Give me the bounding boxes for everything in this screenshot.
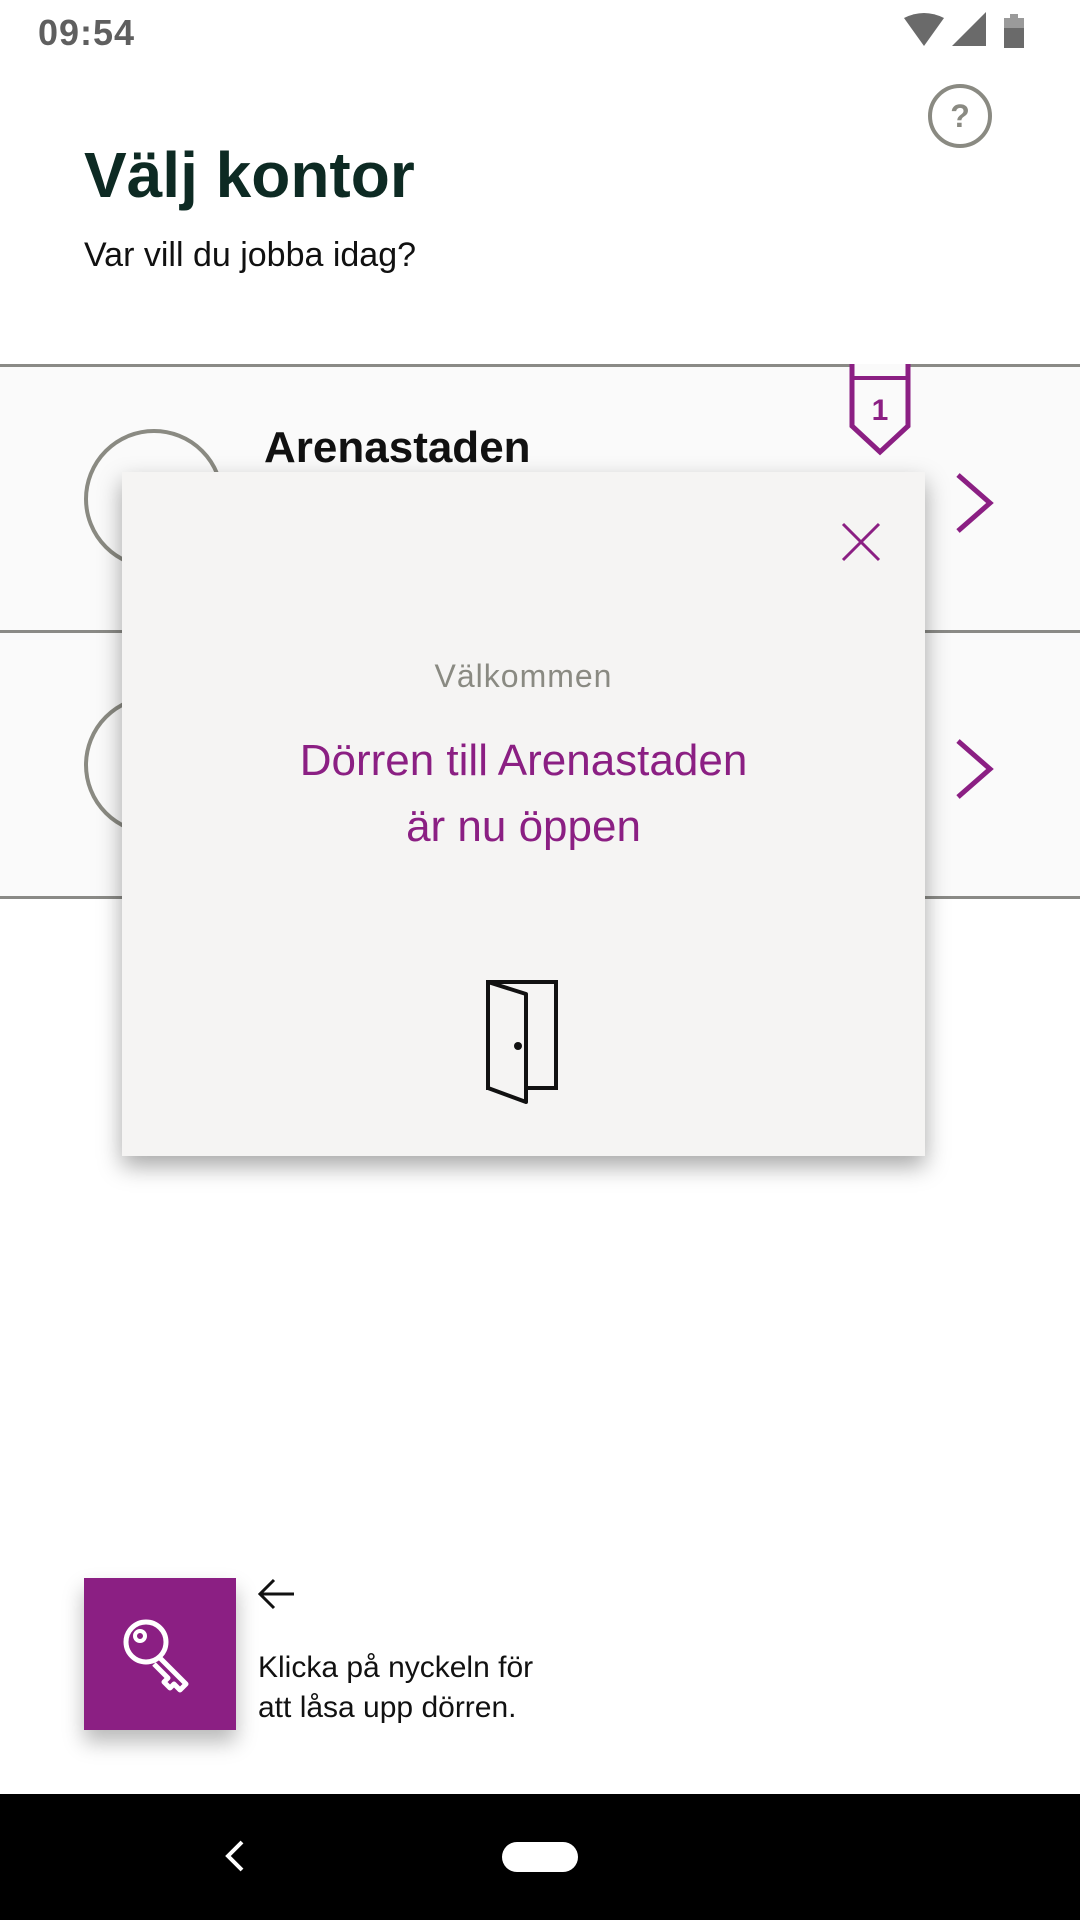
dialog-message-line1: Dörren till Arenastaden: [299, 736, 748, 785]
dialog-message-line2: är nu öppen: [406, 802, 641, 851]
dialog-message: Dörren till Arenastaden är nu öppen: [122, 728, 925, 860]
badge-count: 1: [872, 394, 889, 427]
status-time: 09:54: [38, 12, 136, 53]
chevron-right-icon[interactable]: [952, 471, 996, 535]
key-hint-line2: att låsa upp dörren.: [258, 1691, 517, 1724]
arrow-left-icon: [257, 1578, 294, 1610]
signal-icon: [952, 12, 986, 46]
nav-home-button[interactable]: [502, 1842, 578, 1872]
office-name: Arenastaden: [264, 423, 531, 472]
chevron-right-icon[interactable]: [952, 737, 996, 801]
door-open-dialog: Välkommen Dörren till Arenastaden är nu …: [122, 472, 925, 1156]
notification-badge: 1: [849, 364, 911, 456]
help-button[interactable]: ?: [928, 84, 992, 148]
key-icon: [123, 1619, 189, 1693]
wifi-icon: [904, 13, 944, 46]
battery-icon: [1004, 14, 1024, 48]
key-hint-line1: Klicka på nyckeln för: [258, 1651, 534, 1684]
question-icon: ?: [950, 97, 970, 134]
dialog-greeting: Välkommen: [434, 658, 613, 694]
unlock-key-button[interactable]: [84, 1578, 236, 1730]
door-icon: [486, 980, 558, 1104]
page-title: Välj kontor: [84, 139, 415, 211]
key-hint-text: Klicka på nyckeln för att låsa upp dörre…: [258, 1648, 618, 1728]
close-icon[interactable]: [841, 522, 881, 562]
status-icons: [904, 12, 1044, 52]
page-subtitle: Var vill du jobba idag?: [84, 236, 417, 274]
system-nav-bar: [0, 1794, 1080, 1920]
nav-back-icon[interactable]: [222, 1838, 246, 1874]
status-bar: 09:54: [0, 0, 1080, 64]
